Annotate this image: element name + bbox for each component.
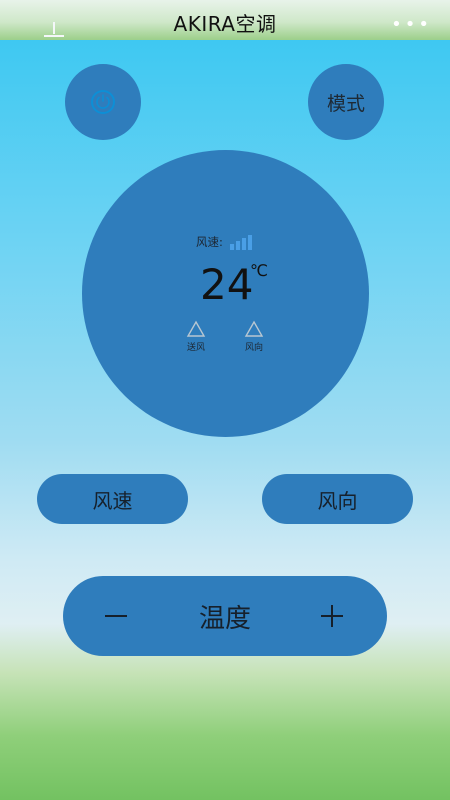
power-button[interactable] bbox=[65, 64, 141, 140]
mode-button[interactable]: 模式 bbox=[308, 64, 384, 140]
indicator-label: 送风 bbox=[186, 343, 205, 353]
fan-speed-bars-icon bbox=[229, 235, 252, 250]
power-icon bbox=[91, 90, 115, 114]
temperature-control: 温度 bbox=[63, 576, 387, 656]
air-direction-button[interactable]: 风向 bbox=[262, 474, 413, 524]
triangle-icon bbox=[244, 320, 264, 337]
page-title: AKIRA空调 bbox=[173, 12, 277, 36]
more-icon[interactable]: ••• bbox=[391, 14, 432, 35]
fan-speed-button[interactable]: 风速 bbox=[37, 474, 188, 524]
title-bar: AKIRA空调 ••• bbox=[0, 0, 450, 40]
ac-display: 风速: 24 ℃ 送风 风向 bbox=[82, 150, 369, 437]
indicator-label: 风向 bbox=[244, 343, 263, 353]
fan-speed-row: 风速: bbox=[196, 234, 253, 250]
triangle-icon bbox=[186, 320, 206, 337]
indicator-send-air: 送风 bbox=[176, 320, 216, 353]
fan-speed-label: 风速: bbox=[196, 235, 223, 249]
plus-icon[interactable] bbox=[317, 598, 347, 634]
temperature-unit: ℃ bbox=[250, 261, 268, 280]
temperature-value: 24 bbox=[200, 260, 254, 309]
indicator-air-direction: 风向 bbox=[234, 320, 274, 353]
